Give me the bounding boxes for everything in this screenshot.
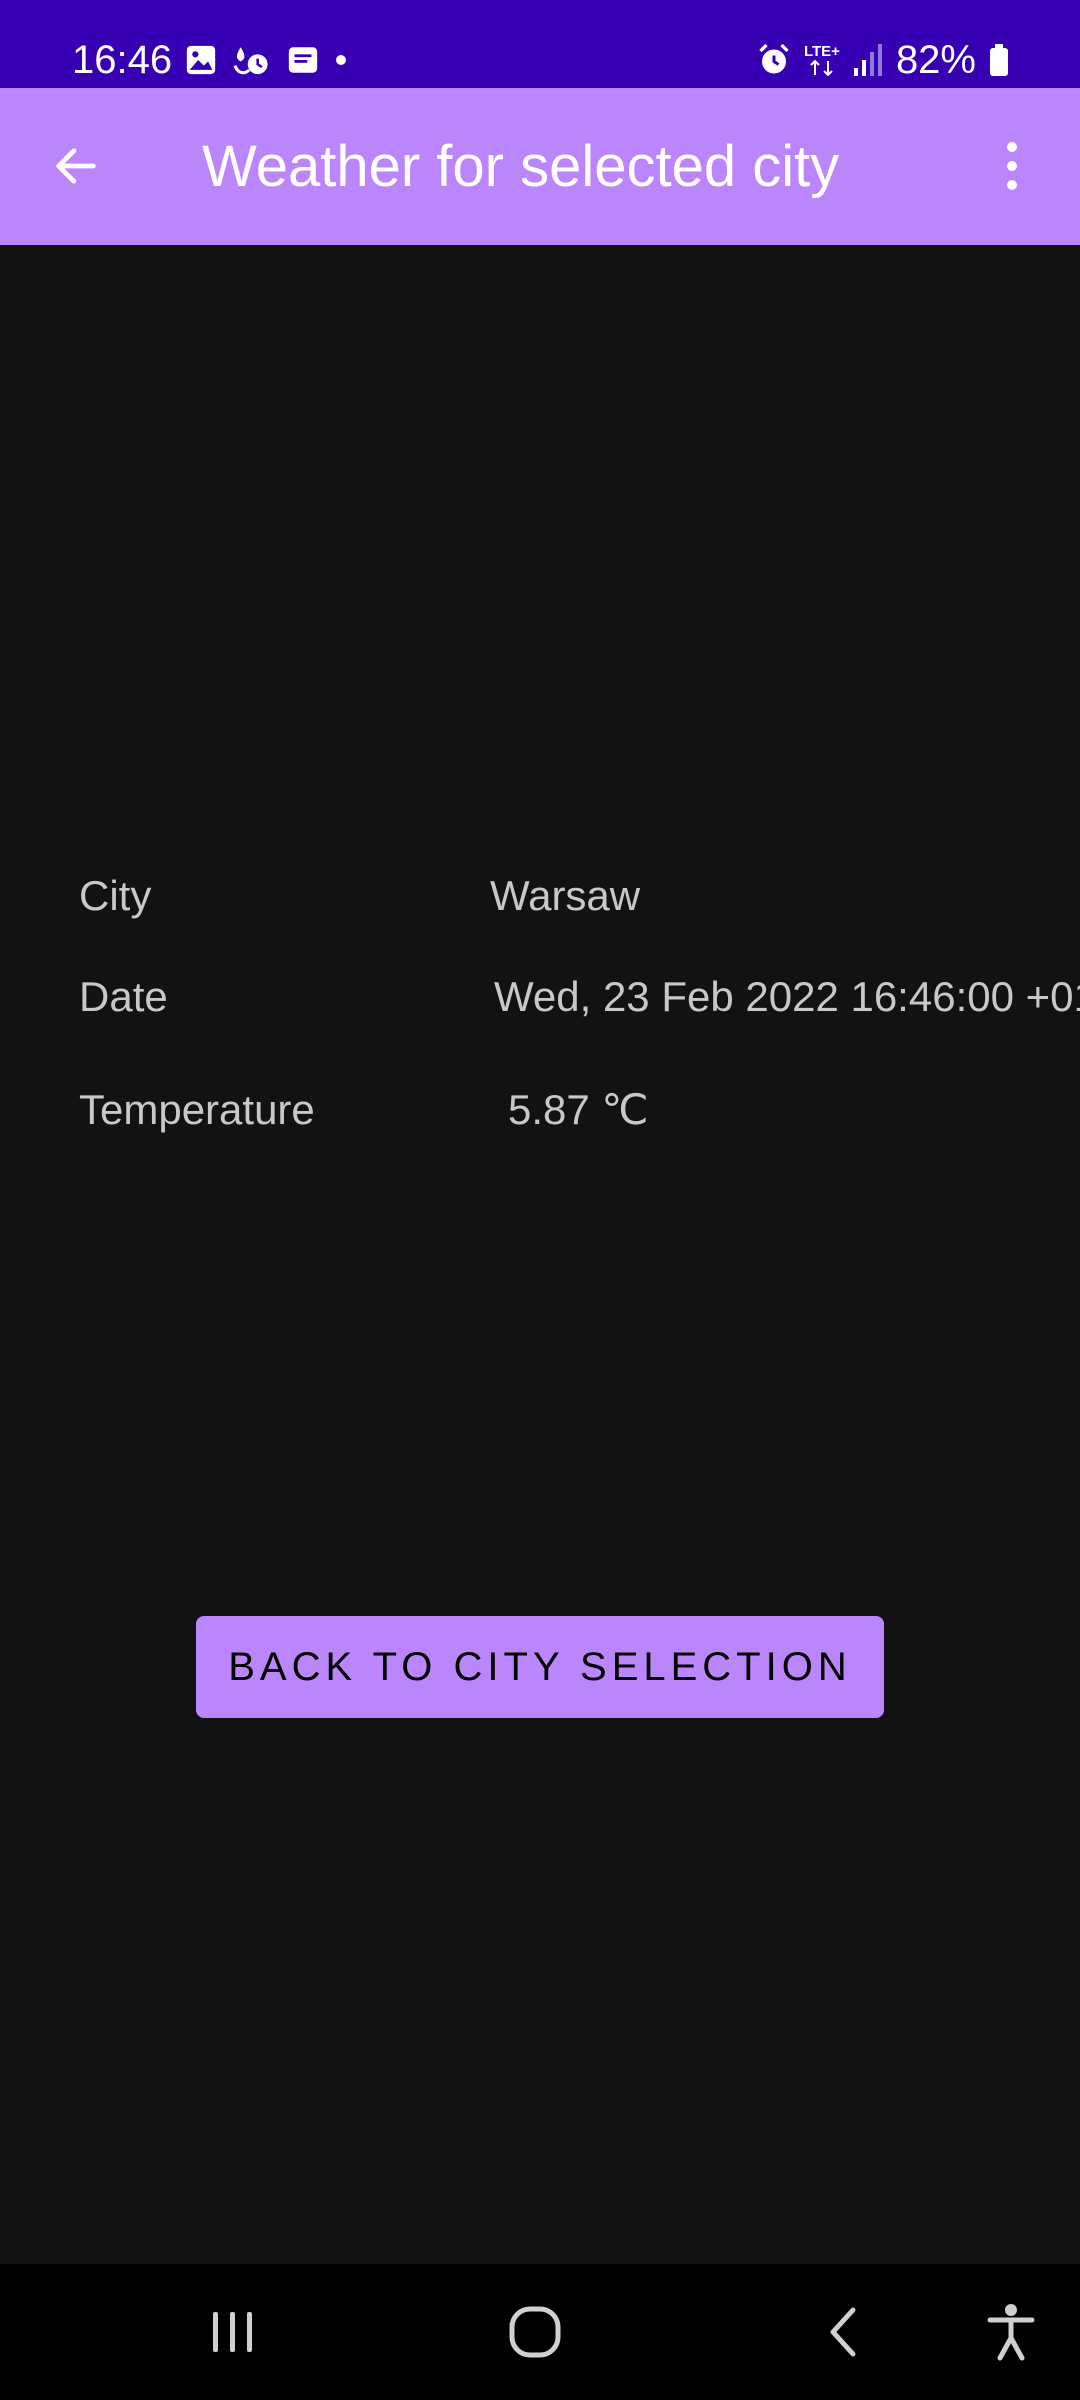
alarm-icon	[756, 42, 792, 78]
home-icon	[509, 2306, 561, 2358]
back-arrow-button[interactable]	[48, 138, 104, 194]
nav-accessibility-button[interactable]	[968, 2264, 1054, 2400]
temperature-value: 5.87 ℃	[508, 1086, 649, 1133]
city-value: Warsaw	[490, 872, 641, 919]
system-icons: LTE+ 82%	[744, 36, 1010, 84]
back-to-city-selection-button[interactable]: BACK TO CITY SELECTION	[196, 1616, 884, 1718]
temperature-row: Temperature 5.87 ℃	[0, 1080, 1080, 1140]
battery-percent: 82%	[895, 38, 976, 82]
battery-icon	[988, 42, 1010, 78]
date-row: Date Wed, 23 Feb 2022 16:46:00 +0100	[0, 967, 1080, 1027]
city-row: City Warsaw	[0, 866, 1080, 926]
back-icon	[830, 2307, 856, 2357]
date-row-clip: Date Wed, 23 Feb 2022 16:46:00 +0100	[0, 967, 1080, 1027]
page-title: Weather for selected city	[202, 134, 840, 199]
app-bar: Weather for selected city	[0, 88, 1080, 245]
lte-label: LTE+	[803, 42, 840, 60]
signal-icon	[852, 42, 884, 78]
status-time: 16:46	[72, 38, 173, 82]
nav-recents-button[interactable]	[190, 2264, 276, 2400]
dot-icon	[334, 43, 348, 77]
accessibility-icon	[987, 2304, 1035, 2361]
recents-icon	[213, 2312, 252, 2352]
lte-icon: LTE+	[804, 44, 840, 77]
screen: 16:46 LTE+ 82% Weather for selected city…	[0, 0, 1080, 2400]
arrow-left-icon	[56, 148, 96, 184]
more-vertical-icon	[1007, 142, 1017, 190]
navigation-bar	[0, 2264, 1080, 2400]
city-label: City	[79, 872, 152, 919]
gallery-icon	[184, 43, 218, 77]
weather-icon	[232, 43, 272, 77]
notification-icons	[184, 40, 362, 80]
status-bar: 16:46 LTE+ 82%	[0, 0, 1080, 88]
overflow-menu-button[interactable]	[984, 132, 1040, 200]
date-value: Wed, 23 Feb 2022 16:46:00 +0100	[494, 973, 1080, 1020]
temperature-label: Temperature	[79, 1086, 315, 1133]
message-icon	[286, 43, 320, 77]
nav-home-button[interactable]	[492, 2264, 578, 2400]
nav-back-button[interactable]	[800, 2264, 886, 2400]
date-label: Date	[79, 973, 168, 1020]
